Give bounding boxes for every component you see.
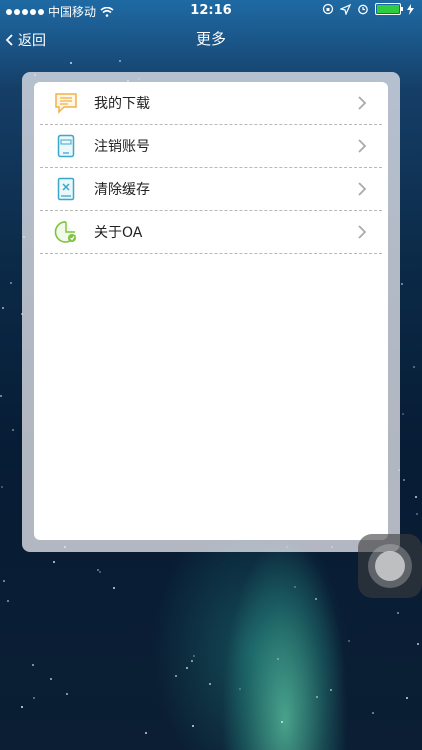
menu-list: 我的下载 注销账号 清除缓存 关于OA <box>40 82 382 254</box>
alarm-icon <box>358 4 368 15</box>
download-message-icon <box>54 91 78 115</box>
status-bar: 中国移动 12:16 <box>0 0 422 22</box>
chevron-right-icon <box>358 96 367 110</box>
menu-item-label: 清除缓存 <box>94 182 150 198</box>
battery-icon <box>375 3 403 15</box>
chevron-right-icon <box>358 182 367 196</box>
rotation-lock-icon <box>322 3 334 15</box>
about-oa-icon <box>54 220 78 244</box>
menu-item-clear-cache[interactable]: 清除缓存 <box>40 168 382 211</box>
menu-item-my-downloads[interactable]: 我的下载 <box>40 82 382 125</box>
menu-item-about-oa[interactable]: 关于OA <box>40 211 382 254</box>
menu-item-label: 关于OA <box>94 225 143 241</box>
chevron-right-icon <box>358 225 367 239</box>
location-icon <box>340 3 351 15</box>
menu-card-frame: 我的下载 注销账号 清除缓存 关于OA <box>22 72 400 552</box>
menu-card: 我的下载 注销账号 清除缓存 关于OA <box>34 82 388 540</box>
chevron-right-icon <box>358 139 367 153</box>
assistive-touch-ring <box>368 544 412 588</box>
assistive-touch-button[interactable] <box>358 534 422 598</box>
menu-item-label: 注销账号 <box>94 139 150 155</box>
page-title: 更多 <box>195 30 226 48</box>
phone-logout-icon <box>54 134 78 158</box>
clear-cache-icon <box>54 177 78 201</box>
assistive-touch-core <box>375 551 405 581</box>
status-right <box>322 3 414 15</box>
menu-item-label: 我的下载 <box>94 96 150 112</box>
charging-bolt-icon <box>407 3 414 15</box>
menu-item-logout-account[interactable]: 注销账号 <box>40 125 382 168</box>
nav-bar: 返回 更多 <box>0 22 422 56</box>
